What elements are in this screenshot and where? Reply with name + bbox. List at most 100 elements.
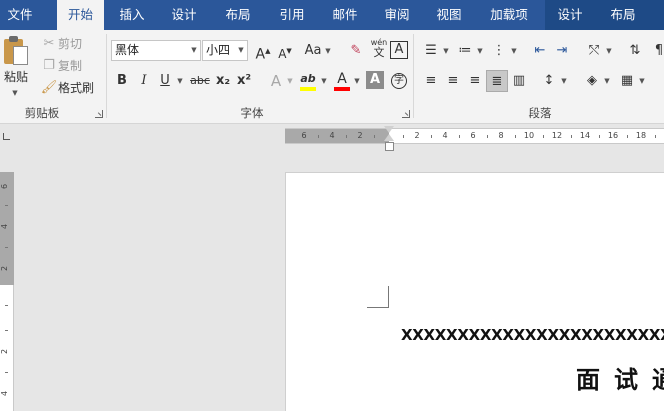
tab-home[interactable]: 开始 [57, 0, 104, 30]
ruler-tick: 8 [498, 131, 504, 140]
font-color-button[interactable]: A [331, 68, 353, 91]
enclose-characters-button[interactable]: 字 [388, 70, 410, 92]
ruler-tick: 18 [635, 131, 647, 140]
bold-button[interactable]: B [111, 70, 133, 92]
numbering-dropdown-icon[interactable]: ▼ [476, 40, 484, 62]
character-border-icon[interactable]: A [390, 41, 408, 59]
underline-button[interactable]: U [154, 70, 176, 92]
italic-button[interactable]: I [133, 70, 155, 92]
text-effects-button[interactable]: A [265, 70, 287, 92]
horizontal-ruler[interactable]: 6 4 2 2 4 6 8 10 12 14 16 18 [285, 128, 664, 144]
highlight-dropdown-icon[interactable]: ▼ [320, 70, 328, 92]
tab-layout[interactable]: 布局 [216, 0, 260, 30]
decrease-indent-icon[interactable]: ⇤ [529, 40, 551, 62]
align-left-icon[interactable]: ≡ [420, 70, 442, 92]
margin-corner-mark [367, 286, 389, 308]
font-name-combo[interactable]: 黑体 ▼ [111, 40, 201, 61]
font-color-dropdown-icon[interactable]: ▼ [353, 70, 361, 92]
font-size-value: 小四 [206, 43, 231, 57]
increase-indent-icon[interactable]: ⇥ [551, 40, 573, 62]
subscript-button[interactable]: x₂ [212, 70, 234, 92]
borders-dropdown-icon[interactable]: ▼ [638, 70, 646, 92]
ribbon-tab-bar: 文件 开始 插入 设计 布局 引用 邮件 审阅 视图 加载项 设计 布局 [0, 0, 664, 30]
tab-addins[interactable]: 加载项 [481, 0, 537, 30]
show-formatting-icon[interactable]: ¶ [648, 40, 664, 62]
tab-references[interactable]: 引用 [270, 0, 314, 30]
ruler-tick: 6 [470, 131, 476, 140]
sort-icon[interactable]: ⇅ [624, 40, 646, 62]
document-text-line[interactable]: XXXXXXXXXXXXXXXXXXXXXXXXXXXXXXXXXXXXXXXX… [401, 326, 664, 348]
shading-dropdown-icon[interactable]: ▼ [603, 70, 611, 92]
format-painter-icon: 🖌 [40, 80, 58, 95]
justify-icon[interactable]: ≣ [486, 70, 508, 92]
change-case-icon[interactable]: Aa [301, 40, 325, 62]
align-center-icon[interactable]: ≡ [442, 70, 464, 92]
enclose-characters-label: 字 [391, 73, 407, 89]
align-right-icon[interactable]: ≡ [464, 70, 486, 92]
highlight-button[interactable]: ab [297, 68, 319, 91]
font-size-combo[interactable]: 小四 ▼ [202, 40, 248, 61]
group-separator [106, 34, 107, 118]
cut-button[interactable]: 剪切 [58, 33, 82, 55]
shading-icon[interactable]: ◈ [581, 70, 603, 92]
vertical-ruler[interactable]: 6 4 2 2 4 [0, 172, 14, 411]
ruler-tick: 2 [0, 265, 10, 272]
highlight-label: ab [300, 72, 316, 85]
bullets-icon[interactable]: ☰ [420, 40, 442, 62]
grow-font-icon[interactable]: A▲ [252, 40, 274, 63]
tab-table-design[interactable]: 设计 [548, 0, 592, 30]
group-separator [413, 34, 414, 118]
tab-selector[interactable] [0, 128, 14, 142]
underline-dropdown-icon[interactable]: ▼ [176, 70, 184, 92]
tab-review[interactable]: 审阅 [375, 0, 419, 30]
indent-marker[interactable] [384, 126, 395, 154]
numbering-icon[interactable]: ≔ [454, 40, 476, 62]
superscript-button[interactable]: x² [233, 70, 255, 92]
ruler-tick: 4 [0, 390, 10, 397]
line-spacing-dropdown-icon[interactable]: ▼ [560, 70, 568, 92]
paste-icon[interactable] [4, 36, 30, 66]
ruler-tick: 6 [301, 131, 307, 140]
highlight-color-swatch [300, 87, 316, 91]
strikethrough-button[interactable]: abc [188, 70, 212, 92]
multilevel-list-icon[interactable]: ⋮ [488, 40, 510, 62]
tab-design[interactable]: 设计 [162, 0, 206, 30]
font-name-dropdown-icon[interactable]: ▼ [188, 41, 200, 60]
paste-dropdown-icon[interactable]: ▼ [11, 82, 19, 104]
format-painter-button[interactable]: 格式刷 [58, 77, 94, 99]
phonetic-guide-icon[interactable]: wén 文 [368, 38, 390, 60]
font-size-dropdown-icon[interactable]: ▼ [235, 41, 247, 60]
font-launcher-icon[interactable] [402, 110, 410, 118]
multilevel-list-dropdown-icon[interactable]: ▼ [510, 40, 518, 62]
distributed-icon[interactable]: ▥ [508, 70, 530, 92]
change-case-dropdown-icon[interactable]: ▼ [324, 40, 332, 62]
paragraph-group-label: 段落 [528, 106, 552, 120]
ruler-tick: 4 [442, 131, 448, 140]
font-color-swatch [334, 87, 350, 91]
clipboard-launcher-icon[interactable] [95, 110, 103, 118]
ruler-tick: 4 [0, 223, 10, 230]
shrink-font-icon[interactable]: A▼ [274, 40, 296, 62]
phonetic-guide-bottom: 文 [373, 46, 385, 59]
tab-mailings[interactable]: 邮件 [323, 0, 367, 30]
ruler-tick: 2 [414, 131, 420, 140]
borders-icon[interactable]: ▦ [616, 70, 638, 92]
bullets-dropdown-icon[interactable]: ▼ [442, 40, 450, 62]
ruler-tick: 14 [579, 131, 591, 140]
line-spacing-icon[interactable]: ↕ [538, 70, 560, 92]
document-title[interactable]: 面试通知 [576, 360, 664, 394]
tab-table-layout[interactable]: 布局 [601, 0, 645, 30]
ruler-tick: 16 [607, 131, 619, 140]
tab-file[interactable]: 文件 [0, 0, 40, 30]
copy-button[interactable]: 复制 [58, 55, 82, 77]
ruler-tick: 6 [0, 183, 10, 190]
clipboard-group-label: 剪贴板 [24, 106, 60, 120]
tab-view[interactable]: 视图 [427, 0, 471, 30]
character-shading-button[interactable]: A [366, 71, 384, 89]
font-name-value: 黑体 [115, 43, 140, 57]
chinese-layout-icon[interactable]: ⤲ [583, 40, 605, 62]
clear-formatting-icon[interactable]: ✎ [345, 40, 367, 62]
chinese-layout-dropdown-icon[interactable]: ▼ [605, 40, 613, 62]
text-effects-dropdown-icon[interactable]: ▼ [286, 70, 294, 92]
tab-insert[interactable]: 插入 [110, 0, 154, 30]
